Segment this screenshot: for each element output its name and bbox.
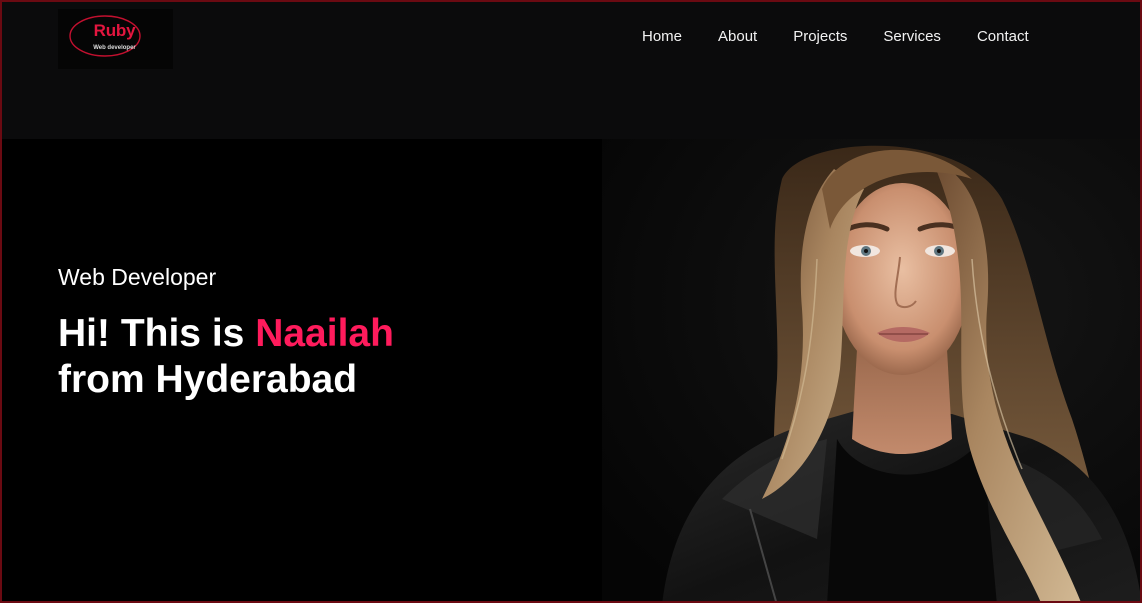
hero-greeting: Hi! This is	[58, 312, 256, 355]
logo-tagline: Web developer	[93, 45, 136, 51]
navbar: Ruby Web developer Home About Projects S…	[2, 2, 1140, 139]
nav-projects[interactable]: Projects	[793, 28, 847, 45]
portrait-photo	[602, 139, 1140, 601]
page-frame: Ruby Web developer Home About Projects S…	[0, 0, 1142, 603]
nav-about[interactable]: About	[718, 28, 757, 45]
hero-name: Naailah	[255, 312, 394, 355]
nav-services[interactable]: Services	[883, 28, 941, 45]
nav-contact[interactable]: Contact	[977, 28, 1029, 45]
main-nav: Home About Projects Services Contact	[642, 28, 1029, 45]
logo-name: Ruby	[93, 21, 136, 40]
hero-location: from Hyderabad	[58, 358, 358, 401]
hero-subtitle: Web Developer	[58, 264, 217, 290]
logo[interactable]: Ruby Web developer	[58, 9, 173, 69]
hero-section: Web Developer Hi! This is Naailah from H…	[2, 139, 1140, 601]
nav-home[interactable]: Home	[642, 28, 682, 45]
hero-headline: Hi! This is Naailah from Hyderabad	[58, 311, 394, 403]
